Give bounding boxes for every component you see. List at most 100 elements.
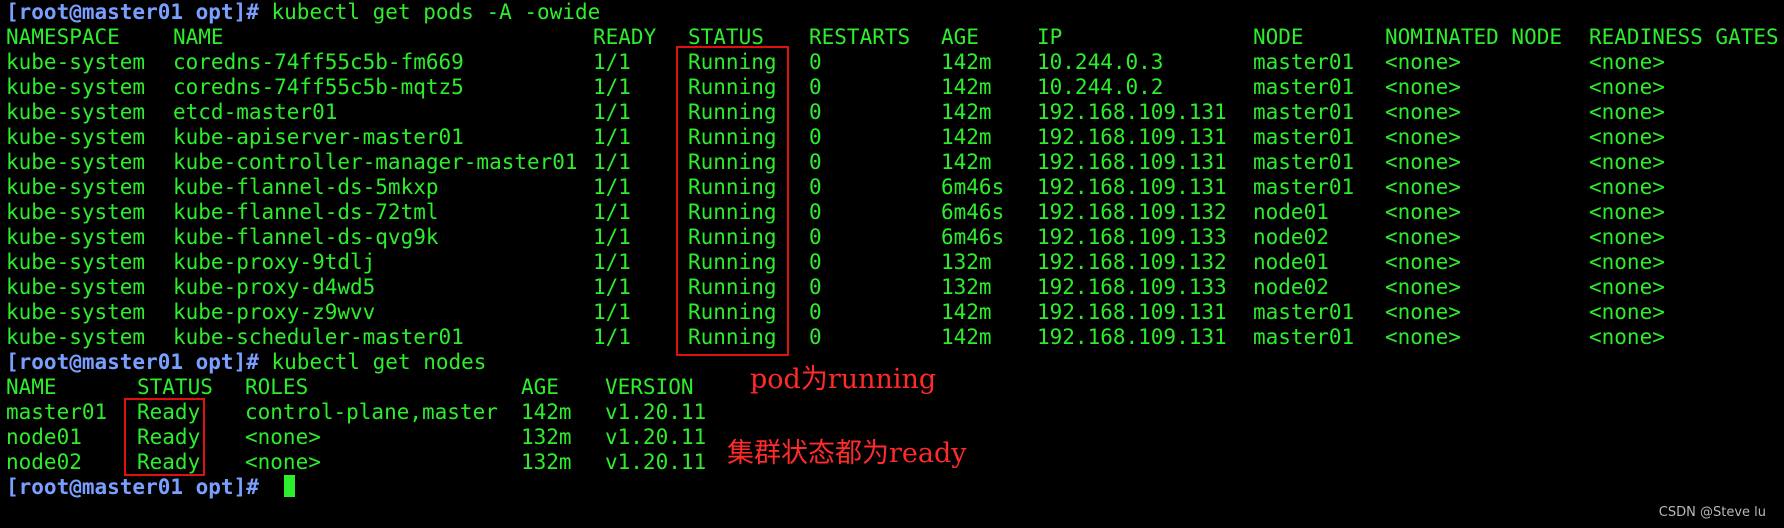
cell-name: kube-proxy-9tdlj [173, 250, 376, 274]
cell-nominated-node: <none> [1385, 325, 1461, 349]
cell-restarts: 0 [809, 100, 822, 124]
cell-age: 142m [941, 300, 992, 324]
command-line-get-nodes: [root@master01 opt]# kubectl get nodes [6, 350, 486, 375]
cell-age: AGE [521, 375, 559, 399]
status-highlight-box-pods [676, 46, 789, 356]
cell-namespace: kube-system [6, 150, 146, 174]
cell-roles: control-plane,master [245, 400, 498, 424]
terminal-cursor[interactable] [284, 475, 296, 497]
cell-namespace: kube-system [6, 225, 146, 249]
cell-readiness-gates: <none> [1589, 50, 1665, 74]
cell-age: 132m [521, 450, 572, 474]
command-text: kubectl get pods -A -owide [258, 0, 601, 24]
cell-name: kube-proxy-z9wvv [173, 300, 376, 324]
cell-readiness-gates: <none> [1589, 275, 1665, 299]
cell-ready: 1/1 [593, 75, 631, 99]
cell-age: 142m [941, 50, 992, 74]
cell-age: 6m46s [941, 200, 1005, 224]
cell-age: 6m46s [941, 175, 1005, 199]
cell-namespace: kube-system [6, 75, 146, 99]
cell-namespace: kube-system [6, 50, 146, 74]
cell-version: v1.20.11 [605, 450, 707, 474]
cell-roles: ROLES [245, 375, 309, 399]
cell-restarts: 0 [809, 50, 822, 74]
cell-age: AGE [941, 25, 979, 49]
cell-ready: 1/1 [593, 225, 631, 249]
cell-age: 142m [941, 125, 992, 149]
cell-name: node01 [6, 425, 82, 449]
cell-ready: 1/1 [593, 250, 631, 274]
command-line-current[interactable]: [root@master01 opt]# [6, 475, 296, 500]
cell-ip: 10.244.0.2 [1037, 75, 1164, 99]
cell-name: node02 [6, 450, 82, 474]
status-highlight-box-nodes [124, 398, 205, 476]
cell-nominated-node: <none> [1385, 50, 1461, 74]
command-line-get-pods: [root@master01 opt]# kubectl get pods -A… [6, 0, 600, 25]
cell-nominated-node: <none> [1385, 275, 1461, 299]
cell-age: 132m [941, 275, 992, 299]
annotation-nodes-ready: 集群状态都为ready [727, 438, 967, 469]
annotation-pods-running: pod为running [750, 364, 937, 395]
cell-restarts: RESTARTS [809, 25, 911, 49]
cell-name: NAME [6, 375, 57, 399]
cell-nominated-node: <none> [1385, 250, 1461, 274]
cell-readiness-gates: <none> [1589, 100, 1665, 124]
cell-namespace: kube-system [6, 125, 146, 149]
cell-node: master01 [1253, 125, 1355, 149]
cell-ip: 192.168.109.131 [1037, 150, 1227, 174]
cell-namespace: kube-system [6, 250, 146, 274]
cell-ready: 1/1 [593, 150, 631, 174]
cell-ip: 10.244.0.3 [1037, 50, 1164, 74]
cell-nominated-node: <none> [1385, 175, 1461, 199]
cell-ip: 192.168.109.131 [1037, 325, 1227, 349]
cell-nominated-node: <none> [1385, 200, 1461, 224]
shell-prompt: [root@master01 opt]# [6, 475, 259, 499]
cell-node: node01 [1253, 200, 1329, 224]
cell-ready: 1/1 [593, 175, 631, 199]
cell-ip: 192.168.109.132 [1037, 200, 1227, 224]
cell-ip: 192.168.109.131 [1037, 175, 1227, 199]
cell-restarts: 0 [809, 300, 822, 324]
cell-readiness-gates: <none> [1589, 225, 1665, 249]
cell-age: 6m46s [941, 225, 1005, 249]
cell-name: kube-flannel-ds-5mkxp [173, 175, 439, 199]
cell-ready: READY [593, 25, 657, 49]
cell-node: node01 [1253, 250, 1329, 274]
cell-name: kube-scheduler-master01 [173, 325, 464, 349]
cell-ip: 192.168.109.133 [1037, 275, 1227, 299]
cell-age: 142m [941, 325, 992, 349]
cell-ip: 192.168.109.131 [1037, 125, 1227, 149]
cell-ip: 192.168.109.133 [1037, 225, 1227, 249]
cell-readiness-gates: <none> [1589, 325, 1665, 349]
cell-node: master01 [1253, 175, 1355, 199]
cell-name: coredns-74ff55c5b-fm669 [173, 50, 464, 74]
cell-readiness-gates: <none> [1589, 175, 1665, 199]
cell-age: 142m [941, 150, 992, 174]
cell-name: kube-controller-manager-master01 [173, 150, 578, 174]
cell-version: VERSION [605, 375, 694, 399]
cell-node: master01 [1253, 325, 1355, 349]
cell-name: coredns-74ff55c5b-mqtz5 [173, 75, 464, 99]
cell-namespace: kube-system [6, 175, 146, 199]
cell-ip: IP [1037, 25, 1063, 49]
cell-namespace: kube-system [6, 100, 146, 124]
command-text: kubectl get nodes [258, 350, 487, 374]
cell-ip: 192.168.109.131 [1037, 100, 1227, 124]
cell-readiness-gates: <none> [1589, 125, 1665, 149]
cell-nominated-node: <none> [1385, 150, 1461, 174]
cell-restarts: 0 [809, 225, 822, 249]
cell-restarts: 0 [809, 200, 822, 224]
cell-name: etcd-master01 [173, 100, 338, 124]
cell-version: v1.20.11 [605, 400, 707, 424]
cell-name: kube-flannel-ds-72tml [173, 200, 439, 224]
command-text [259, 475, 272, 499]
cell-readiness-gates: <none> [1589, 75, 1665, 99]
cell-node: master01 [1253, 50, 1355, 74]
cell-nominated-node: <none> [1385, 100, 1461, 124]
cell-readiness-gates: <none> [1589, 200, 1665, 224]
cell-namespace: kube-system [6, 300, 146, 324]
cell-ip: 192.168.109.132 [1037, 250, 1227, 274]
cell-age: 142m [941, 100, 992, 124]
cell-restarts: 0 [809, 75, 822, 99]
cell-name: NAME [173, 25, 224, 49]
